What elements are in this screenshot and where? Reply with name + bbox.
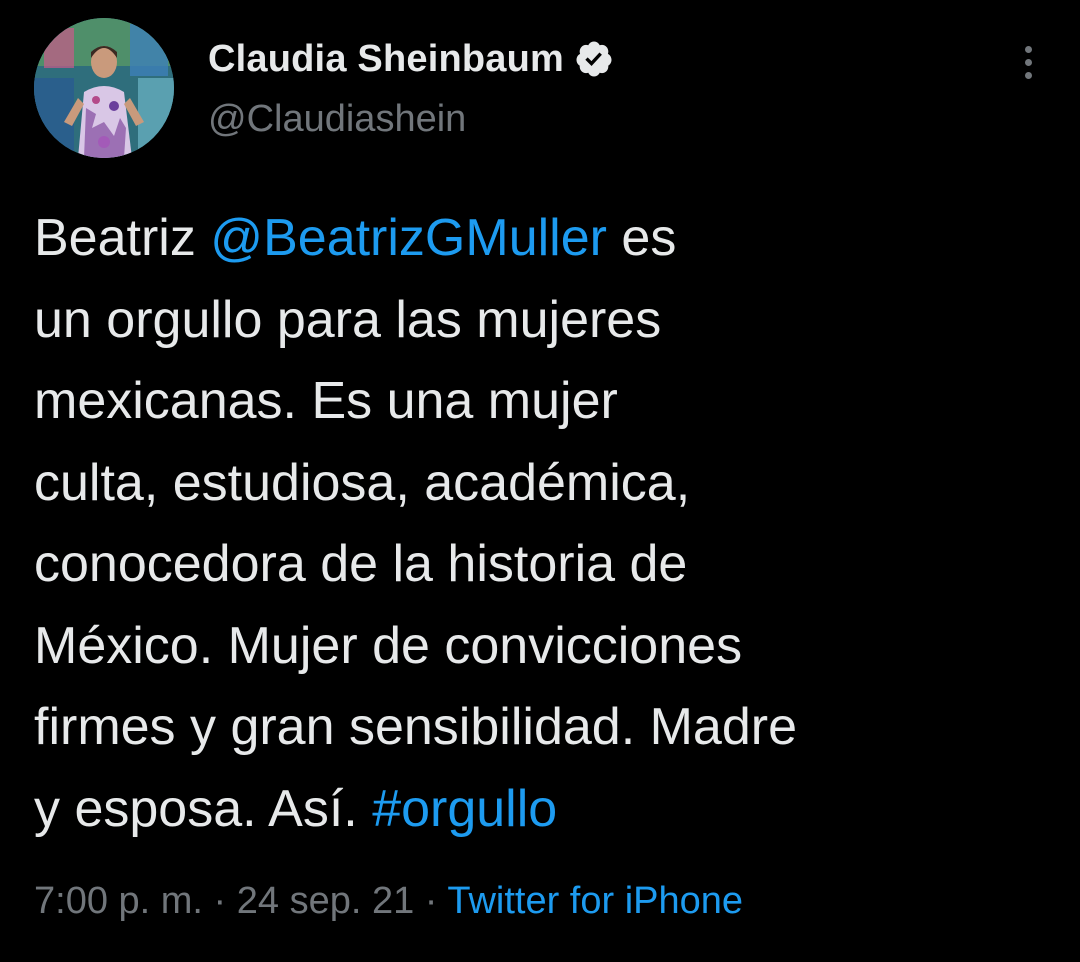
more-options-button[interactable] bbox=[1010, 40, 1046, 84]
hashtag-link[interactable]: #orgullo bbox=[372, 780, 557, 838]
avatar[interactable] bbox=[34, 18, 174, 158]
meta-separator: · bbox=[414, 880, 448, 922]
author-handle[interactable]: @Claudiashein bbox=[208, 98, 466, 141]
verified-badge-icon bbox=[574, 39, 614, 79]
tweet-line: México. Mujer de convicciones bbox=[34, 616, 743, 675]
tweet-text-segment: es bbox=[606, 209, 677, 267]
tweet: Claudia Sheinbaum @Claudiashein Beatriz … bbox=[0, 0, 1080, 962]
tweet-time[interactable]: 7:00 p. m. bbox=[34, 880, 203, 922]
name-row: Claudia Sheinbaum bbox=[208, 34, 614, 84]
tweet-line: Beatriz @BeatrizGMuller es bbox=[34, 198, 1044, 280]
more-vertical-icon-dot bbox=[1024, 71, 1032, 79]
tweet-date[interactable]: 24 sep. 21 bbox=[237, 880, 414, 922]
tweet-meta: 7:00 p. m. · 24 sep. 21 · Twitter for iP… bbox=[34, 880, 743, 923]
tweet-line: y esposa. Así. #orgullo bbox=[34, 769, 1044, 851]
author-display-name[interactable]: Claudia Sheinbaum bbox=[208, 38, 564, 81]
tweet-source-link[interactable]: Twitter for iPhone bbox=[447, 880, 743, 922]
tweet-line: mexicanas. Es una mujer bbox=[34, 372, 618, 430]
tweet-line: un orgullo para las mujeres bbox=[34, 290, 662, 349]
more-vertical-icon-dot bbox=[1024, 58, 1032, 66]
tweet-text-segment: Beatriz bbox=[34, 209, 211, 267]
more-vertical-icon bbox=[1024, 45, 1032, 53]
tweet-text-segment: y esposa. Así. bbox=[34, 779, 373, 838]
mention-link[interactable]: @BeatrizGMuller bbox=[210, 209, 607, 267]
profile-photo bbox=[34, 18, 174, 158]
tweet-line: conocedora de la historia de bbox=[34, 535, 688, 593]
tweet-line: culta, estudiosa, académica, bbox=[34, 453, 691, 512]
meta-separator: · bbox=[202, 880, 237, 922]
tweet-line: firmes y gran sensibilidad. Madre bbox=[34, 698, 797, 756]
tweet-text: Beatriz @BeatrizGMuller es un orgullo pa… bbox=[34, 198, 1044, 850]
